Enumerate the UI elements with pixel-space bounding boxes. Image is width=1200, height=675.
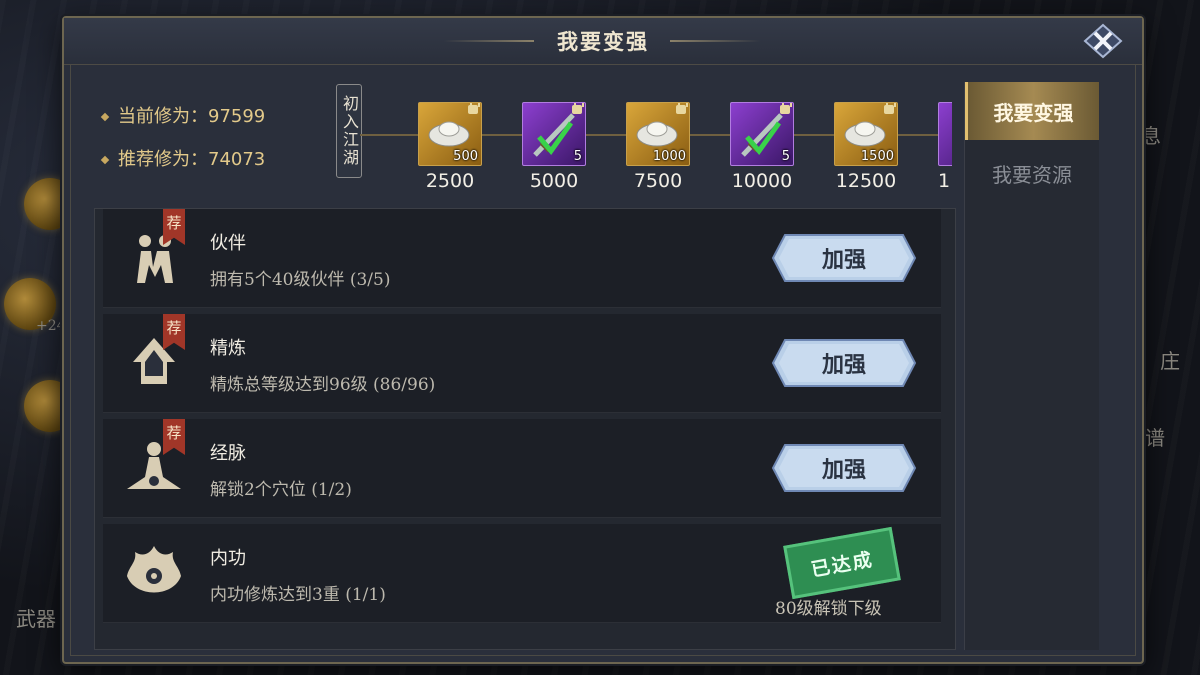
- reward-points: 12500: [835, 170, 897, 192]
- tab-resources[interactable]: 我要资源: [965, 144, 1099, 202]
- reward-count: 1000: [652, 149, 686, 164]
- boost-button[interactable]: 加强: [771, 338, 917, 388]
- task-name: 精炼: [210, 338, 246, 359]
- bg-right-label-1: 息: [1141, 124, 1161, 148]
- boost-button[interactable]: 加强: [771, 443, 917, 493]
- inner-power-icon: [127, 546, 181, 593]
- stage-tag: 初入江湖: [336, 84, 362, 178]
- task-row-inner-power: 内功 内功修炼达到3重 (1/1) 已达成 80级解锁下级: [103, 524, 941, 623]
- reward-milestone[interactable]: 500 2500: [418, 102, 482, 192]
- reward-count: 1500: [860, 149, 894, 164]
- completed-stamp: 已达成: [783, 526, 901, 600]
- current-label: 当前修为：: [118, 106, 208, 127]
- reward-points: 5000: [529, 170, 579, 192]
- diamond-bullet-icon: [100, 155, 110, 165]
- recommended-value: 74073: [208, 149, 266, 170]
- side-tabs: 我要变强 我要资源: [964, 82, 1099, 650]
- title-ornament-right: [670, 40, 760, 42]
- reward-points: 10000: [731, 170, 793, 192]
- task-row-meridian: 荐 经脉 解锁2个穴位 (1/2) 加强: [103, 419, 941, 518]
- silver-ingot-icon: 1500: [834, 102, 898, 166]
- task-desc: 精炼总等级达到96级 (86/96): [210, 375, 436, 395]
- close-icon: [1083, 23, 1123, 59]
- tab-strengthen[interactable]: 我要变强: [965, 82, 1099, 140]
- silver-ingot-icon: 500: [418, 102, 482, 166]
- task-desc: 拥有5个40级伙伴 (3/5): [210, 270, 391, 290]
- recommended-label: 推荐修为：: [118, 149, 208, 170]
- lock-icon: [676, 103, 688, 114]
- recommended-cultivation: 推荐修为：74073: [100, 145, 266, 171]
- task-name: 经脉: [210, 443, 246, 464]
- task-row-refine: 荐 精炼 精炼总等级达到96级 (86/96) 加强: [103, 314, 941, 413]
- task-list[interactable]: 荐 伙伴 拥有5个40级伙伴 (3/5) 加强 荐 精炼 精炼总等级达到96级 …: [94, 208, 956, 650]
- reward-milestone[interactable]: 5 5000: [522, 102, 586, 192]
- unlock-note: 80级解锁下级: [775, 599, 882, 619]
- task-desc: 内功修炼达到3重 (1/1): [210, 585, 386, 605]
- dialog-title-bar: 我要变强: [64, 18, 1142, 65]
- reward-points: 7500: [633, 170, 683, 192]
- boost-button[interactable]: 加强: [771, 233, 917, 283]
- sword-item-icon: 5: [730, 102, 794, 166]
- close-button[interactable]: [1082, 22, 1124, 60]
- current-value: 97599: [208, 106, 266, 127]
- reward-points: 1: [938, 170, 951, 192]
- silver-ingot-icon: 1000: [626, 102, 690, 166]
- reward-count: 500: [453, 149, 478, 164]
- lock-icon: [884, 103, 896, 114]
- diamond-bullet-icon: [100, 112, 110, 122]
- lock-icon: [572, 103, 584, 114]
- task-name: 伙伴: [210, 233, 246, 254]
- boost-label: 加强: [821, 352, 866, 378]
- sword-item-icon: [938, 102, 952, 166]
- reward-milestone[interactable]: 5 10000: [730, 102, 794, 192]
- bg-right-label-2: 庄: [1160, 349, 1180, 373]
- bg-weapon-label: 武器: [16, 607, 56, 631]
- boost-label: 加强: [821, 247, 866, 273]
- reward-milestone[interactable]: 1500 12500: [834, 102, 898, 192]
- boost-label: 加强: [821, 457, 866, 483]
- reward-milestone-partial[interactable]: 1: [938, 102, 952, 192]
- lock-icon: [468, 103, 480, 114]
- lock-icon: [780, 103, 792, 114]
- current-cultivation: 当前修为：97599: [100, 102, 266, 128]
- strengthen-dialog: 我要变强 当前修为：97599 推荐修为：74073 初入江湖 500 2500: [62, 16, 1144, 664]
- sword-item-icon: 5: [522, 102, 586, 166]
- task-row-partner: 荐 伙伴 拥有5个40级伙伴 (3/5) 加强: [103, 209, 941, 308]
- reward-points: 2500: [425, 170, 475, 192]
- task-desc: 解锁2个穴位 (1/2): [210, 480, 352, 500]
- reward-count: 5: [781, 149, 790, 164]
- task-name: 内功: [210, 548, 246, 569]
- bg-right-label-3: 谱: [1145, 426, 1165, 450]
- dialog-title: 我要变强: [557, 29, 649, 54]
- reward-milestone[interactable]: 1000 7500: [626, 102, 690, 192]
- reward-count: 5: [573, 149, 582, 164]
